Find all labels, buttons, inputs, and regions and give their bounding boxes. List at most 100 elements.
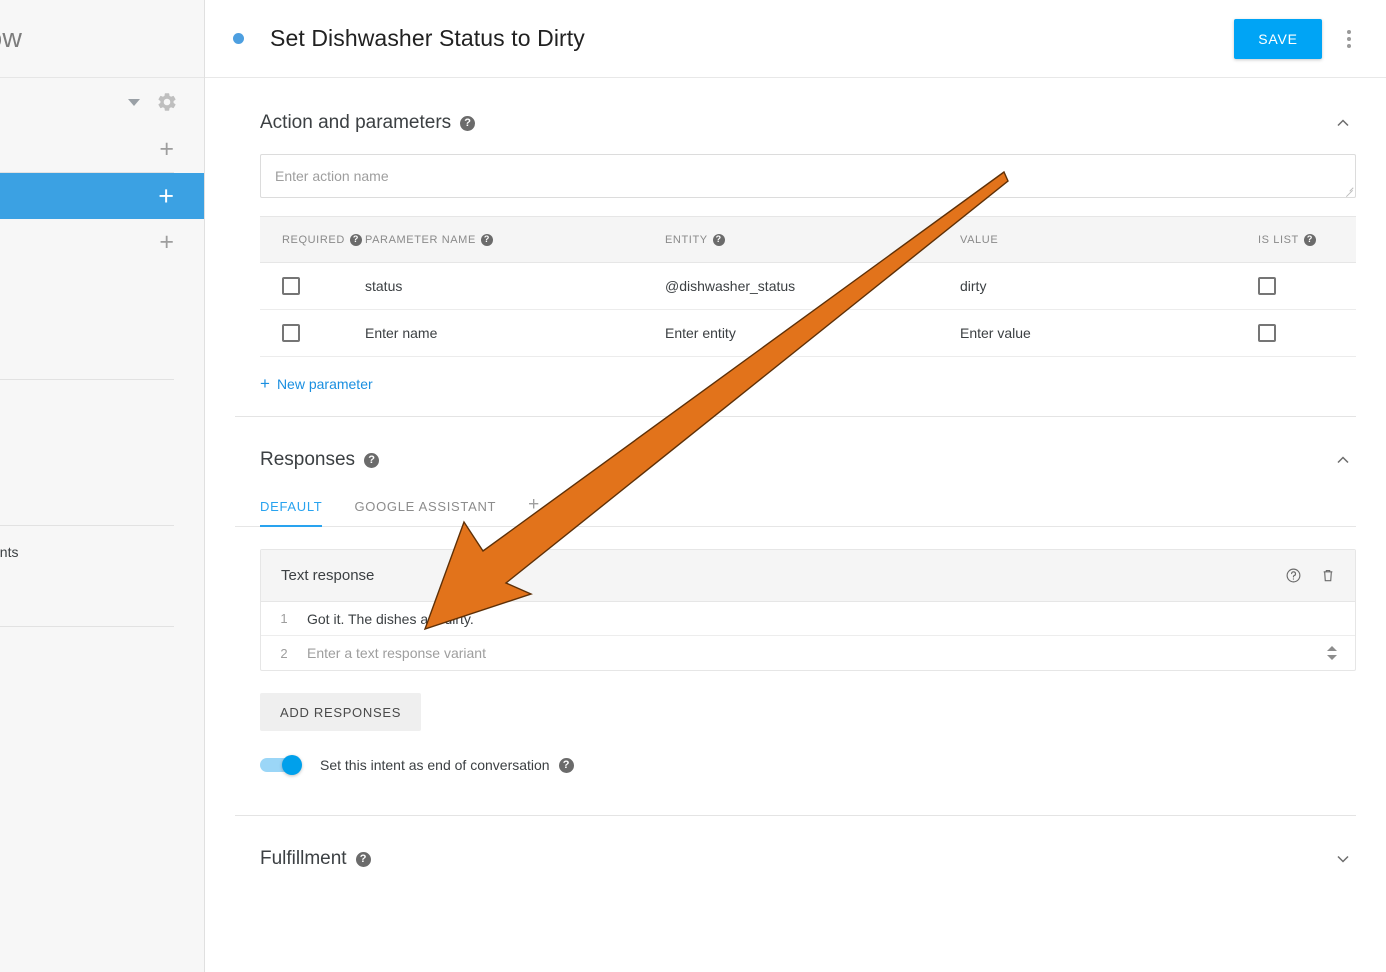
response-stepper[interactable] <box>1324 646 1339 660</box>
text-response-card-actions <box>1284 566 1337 586</box>
help-icon[interactable] <box>1284 566 1302 586</box>
response-line-text[interactable]: Enter a text response variant <box>307 645 1324 661</box>
chevron-up-icon[interactable] <box>1330 447 1356 473</box>
cell-required <box>260 310 365 357</box>
gear-icon[interactable] <box>156 91 178 113</box>
stepper-down-icon[interactable] <box>1327 655 1337 660</box>
chevron-down-icon[interactable] <box>1330 846 1356 872</box>
sidebar-divider-4 <box>0 626 174 627</box>
action-name-input[interactable] <box>260 154 1356 198</box>
end-of-conversation-row: Set this intent as end of conversation ? <box>260 755 1356 815</box>
table-header-row: REQUIRED? PARAMETER NAME? ENTITY? VALUE <box>260 217 1356 263</box>
plus-icon[interactable]: + <box>159 137 174 162</box>
help-icon[interactable]: ? <box>356 852 371 867</box>
add-responses-button[interactable]: ADD RESPONSES <box>260 693 421 731</box>
table-row: Enter name Enter entity Enter value <box>260 310 1356 357</box>
sidebar-spacer-1 <box>0 265 204 335</box>
parameters-table: REQUIRED? PARAMETER NAME? ENTITY? VALUE <box>260 216 1356 357</box>
section-title: Fulfillment <box>260 848 347 870</box>
help-icon[interactable]: ? <box>350 234 362 246</box>
chevron-up-icon[interactable] <box>1330 110 1356 136</box>
is-list-checkbox[interactable] <box>1258 277 1276 295</box>
end-of-conversation-label: Set this intent as end of conversation <box>320 757 550 773</box>
cell-entity[interactable]: Enter entity <box>665 310 960 357</box>
stepper-up-icon[interactable] <box>1327 646 1337 651</box>
is-list-checkbox[interactable] <box>1258 324 1276 342</box>
cell-parameter-name[interactable]: Enter name <box>365 310 665 357</box>
tab-default[interactable]: DEFAULT <box>260 499 336 526</box>
chevron-down-icon[interactable] <box>128 99 140 106</box>
col-required-label: REQUIRED <box>282 234 345 246</box>
sidebar-item-clipped-2[interactable]: ents <box>0 526 204 568</box>
action-section-header: Action and parameters ? <box>235 78 1356 154</box>
responses-tabs: DEFAULT GOOGLE ASSISTANT + <box>235 487 1356 527</box>
sidebar-item-intents[interactable]: + <box>0 173 204 219</box>
page-title: Set Dishwasher Status to Dirty <box>270 25 1234 52</box>
parameters-table-body: status @dishwasher_status dirty Enter na… <box>260 263 1356 357</box>
response-line-text[interactable]: Got it. The dishes are dirty. <box>307 611 1355 627</box>
action-input-wrapper <box>235 154 1356 198</box>
trash-icon[interactable] <box>1319 566 1337 586</box>
table-row: status @dishwasher_status dirty <box>260 263 1356 310</box>
cell-value[interactable]: Enter value <box>960 310 1258 357</box>
plus-icon: + <box>260 375 270 392</box>
main-panel: Set Dishwasher Status to Dirty SAVE Acti… <box>205 0 1386 972</box>
col-value-label: VALUE <box>960 234 998 246</box>
sidebar-project-selector[interactable] <box>0 78 204 126</box>
sidebar: gflow + + + s ents <box>0 0 205 972</box>
plus-icon[interactable]: + <box>158 183 174 210</box>
parameters-table-wrapper: REQUIRED? PARAMETER NAME? ENTITY? VALUE <box>235 198 1356 357</box>
plus-icon[interactable]: + <box>159 230 174 255</box>
cell-parameter-name[interactable]: status <box>365 263 665 310</box>
help-icon[interactable]: ? <box>559 758 574 773</box>
cell-is-list <box>1258 310 1356 357</box>
sidebar-add-row-1[interactable]: + <box>0 126 204 172</box>
sidebar-spacer-2 <box>0 380 204 525</box>
col-entity: ENTITY? <box>665 217 960 263</box>
help-icon[interactable]: ? <box>460 116 475 131</box>
end-of-conversation-toggle[interactable] <box>260 755 306 775</box>
sidebar-item-clipped-1[interactable]: s <box>0 335 204 361</box>
section-title: Action and parameters <box>260 112 451 134</box>
help-icon[interactable]: ? <box>481 234 493 246</box>
col-is-list-label: IS LIST <box>1258 234 1299 246</box>
sidebar-item-label: ents <box>0 544 18 560</box>
response-line: 1 Got it. The dishes are dirty. <box>261 602 1355 636</box>
add-tab-plus-icon[interactable]: + <box>528 495 539 526</box>
parameters-table-head: REQUIRED? PARAMETER NAME? ENTITY? VALUE <box>260 217 1356 263</box>
kebab-menu-icon[interactable] <box>1334 30 1364 48</box>
response-line-number: 1 <box>261 611 307 626</box>
save-button[interactable]: SAVE <box>1234 19 1322 59</box>
sidebar-item-entities[interactable]: + <box>0 219 204 265</box>
dialogflow-intent-editor: gflow + + + s ents <box>0 0 1386 972</box>
fulfillment-section-header: Fulfillment ? <box>235 816 1356 888</box>
col-parameter-name-label: PARAMETER NAME <box>365 234 476 246</box>
new-parameter-button[interactable]: + New parameter <box>235 357 373 416</box>
cell-required <box>260 263 365 310</box>
response-line-number: 2 <box>261 646 307 661</box>
required-checkbox[interactable] <box>282 324 300 342</box>
app-logo[interactable]: gflow <box>0 0 204 78</box>
cell-entity[interactable]: @dishwasher_status <box>665 263 960 310</box>
section-fulfillment: Fulfillment ? <box>235 815 1356 888</box>
sidebar-spacer-3 <box>0 568 204 626</box>
text-response-card: Text response <box>260 549 1356 671</box>
app-logo-text: gflow <box>0 23 22 54</box>
help-icon[interactable]: ? <box>364 453 379 468</box>
col-is-list: IS LIST? <box>1258 217 1356 263</box>
new-parameter-label: New parameter <box>277 376 373 392</box>
response-line: 2 Enter a text response variant <box>261 636 1355 670</box>
cell-is-list <box>1258 263 1356 310</box>
text-response-title: Text response <box>281 567 374 584</box>
intent-content: Action and parameters ? <box>205 78 1386 888</box>
intent-header: Set Dishwasher Status to Dirty SAVE <box>205 0 1386 78</box>
required-checkbox[interactable] <box>282 277 300 295</box>
col-value: VALUE <box>960 217 1258 263</box>
cell-value[interactable]: dirty <box>960 263 1258 310</box>
tab-google-assistant[interactable]: GOOGLE ASSISTANT <box>354 499 510 526</box>
col-entity-label: ENTITY <box>665 234 708 246</box>
col-parameter-name: PARAMETER NAME? <box>365 217 665 263</box>
help-icon[interactable]: ? <box>1304 234 1316 246</box>
help-icon[interactable]: ? <box>713 234 725 246</box>
intent-status-dot <box>233 33 244 44</box>
